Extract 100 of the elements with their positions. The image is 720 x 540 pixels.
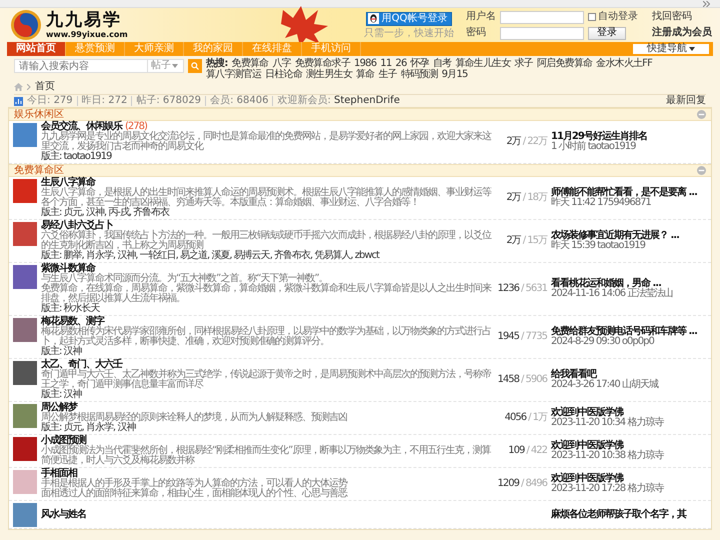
nav-tab[interactable]: 网站首页 (7, 42, 66, 56)
forum-title[interactable]: 易经八卦六爻占卜 (41, 221, 491, 231)
thread-count: 2万 (506, 192, 521, 203)
password-label: 密码 (466, 28, 487, 38)
hot-search-link[interactable]: 免费算命求子 (294, 59, 350, 69)
register-link[interactable]: 注册成为会员 (652, 28, 712, 38)
last-post-title[interactable]: 看看桃花运和婚姻，男命 ... (551, 279, 707, 289)
forum-title[interactable]: 小成图预测 (41, 436, 491, 446)
forum-thumbnail[interactable] (13, 437, 37, 461)
forum-thumbnail[interactable] (13, 503, 37, 527)
hot-search-link[interactable]: 求子 (514, 59, 533, 69)
qq-login-button[interactable]: 用QQ帐号登录 (366, 12, 452, 26)
today-count: (278) (125, 121, 147, 132)
hot-search-link[interactable]: 免费算命 (232, 59, 268, 69)
hot-search-link[interactable]: 算八字测官运 (206, 70, 262, 80)
hot-search-link[interactable]: 八字 (272, 59, 291, 69)
username-label: 用户名 (466, 12, 496, 22)
forum-description: 生辰八字算命，是根据人的出生时间来推算人命运的周易预测术。根据生辰八字能推算人的感情婚姻、事业财运等各个方面，甚至一生的吉凶祸福、穷通寿夭等。本版重点：算命婚姻、事业财运、八字合婚等！ (41, 188, 491, 208)
hot-search-link[interactable]: 测生男生女 (306, 70, 352, 80)
chevron-icon[interactable] (703, 0, 710, 6)
auto-login-checkbox[interactable]: 自动登录 (588, 12, 638, 22)
last-post-time: 2024-11-16 14:06 正法莹法山 (551, 289, 674, 299)
caret-icon (689, 47, 695, 51)
last-post-title[interactable]: 欢迎到中医版学佛 (551, 474, 707, 484)
post-count: / 422 (526, 445, 547, 456)
last-post-title[interactable]: 麻烦各位老师帮孩子取个名字，其 (551, 510, 707, 520)
hot-search-link[interactable]: 日柱论命 (265, 70, 302, 80)
hot-search-link[interactable]: 算命 (356, 70, 374, 80)
login-button[interactable]: 登录 (588, 26, 626, 40)
password-field[interactable] (500, 26, 584, 40)
hot-search-link[interactable]: 9月15 (442, 70, 468, 80)
post-count: / 18万 (522, 192, 547, 203)
thread-count: 4056 (504, 412, 526, 423)
forum-description: 六爻俗称算卦，我国传统占卜方法的一种。一般用三枚铜钱或硬币手摇六次而成卦，根据易经八卦的原理，以爻位的生克制化断吉凶，书上称之为周易预测 (41, 231, 491, 251)
last-post-title[interactable]: 给我看看吧 (551, 370, 707, 380)
last-post-title[interactable]: 11月29号好运生肖排名 (551, 132, 707, 142)
forum-title[interactable]: 会员交流、休闲娱乐 (278) (41, 122, 491, 132)
hot-search-link[interactable]: 生子 (378, 70, 397, 80)
forum-thumbnail[interactable] (13, 179, 37, 203)
forum-title[interactable]: 太乙、奇门、大六壬 (41, 360, 491, 370)
latest-replies-link[interactable]: 最新回复 (666, 96, 706, 106)
site-url: www.99yixue.com (46, 30, 128, 40)
home-icon[interactable] (14, 83, 23, 91)
hot-search-link[interactable]: 阿启免费算命 (536, 59, 592, 69)
last-post-title[interactable]: 欢迎到中医版学佛 (551, 441, 707, 451)
hot-search-label: 热搜: (206, 59, 228, 69)
forum-thumbnail[interactable] (13, 222, 37, 246)
hot-search-link[interactable]: 1986 (354, 59, 376, 69)
category-title[interactable]: 娱乐休闲区 (14, 110, 64, 120)
forum-moderators: 版主: taotao1919 (41, 152, 113, 162)
hot-search-link[interactable]: 11 (380, 59, 392, 69)
find-password-link[interactable]: 找回密码 (652, 12, 712, 22)
last-post-title[interactable]: 农场装修事宜近期有无进展？ ... (551, 231, 707, 241)
forum-title[interactable]: 梅花易数、测字 (41, 317, 491, 327)
forum-description: 面相透过人的面部特征来算命，相由心生，面相能体现人的个性、心思与善恶 (41, 489, 348, 499)
post-count: / 5906 (521, 374, 547, 385)
forum-title[interactable]: 周公解梦 (41, 403, 491, 413)
forum-description: 与生辰八字算命术同源而分流。为“五大神数”之首。称“天下第一神数”。 (41, 274, 328, 284)
forum-thumbnail[interactable] (13, 318, 37, 342)
forum-thumbnail[interactable] (13, 404, 37, 428)
hot-search-link[interactable]: 金水木火土FF (596, 59, 652, 69)
thread-count: 1236 (498, 283, 519, 294)
last-post-time: 昨天 15:39 taotao1919 (551, 241, 646, 251)
forum-moderators: 版主: 汉神 (41, 347, 83, 357)
last-post-title[interactable]: 免费给群友预测电话号码和车牌等 ... (551, 327, 707, 337)
forum-thumbnail[interactable] (13, 123, 37, 147)
last-post-title[interactable]: 师傅能不能帮忙看看，是不是要离 ... (551, 188, 707, 198)
forum-description: 奇门遁甲与大六壬、太乙神数并称为三式绝学，传说起源于黄帝之时，是周易预测术中高层次的预测方法，号称帝王之学，奇门遁甲测事信息量丰富而详尽 (41, 370, 491, 390)
last-post-time: 2023-11-20 17:28 格力琼寺 (551, 484, 665, 494)
forum-thumbnail[interactable] (13, 265, 37, 289)
last-post-time: 昨天 11:42 1759496871 (551, 198, 652, 208)
forum-title[interactable]: 紫微斗数算命 (41, 264, 491, 274)
thread-count: 2万 (506, 136, 521, 147)
last-post-time: 2023-11-20 10:34 格力琼寺 (551, 418, 665, 428)
chevron-right-icon (27, 84, 31, 90)
hot-search-link[interactable]: 怀孕 (410, 59, 429, 69)
hot-search-link[interactable]: 自考 (432, 59, 452, 69)
forum-moderators: 版主: 贞元, 肖永学, 汉神 (41, 423, 137, 433)
hot-search-link[interactable]: 算命生儿生女 (455, 59, 511, 69)
forum-moderators: 版主: 汉神 (41, 390, 83, 400)
forum-thumbnail[interactable] (13, 470, 37, 494)
site-stat: 帖子: 678029 (131, 96, 206, 106)
search-button[interactable] (188, 59, 202, 73)
penguin-icon (368, 13, 379, 24)
hot-search-link[interactable]: 26 (395, 59, 407, 69)
last-post-title[interactable]: 欢迎到中医版学佛 (551, 408, 707, 418)
forum-title[interactable]: 生辰八字算命 (41, 178, 491, 188)
breadcrumb-link[interactable]: 首页 (35, 82, 55, 92)
caret-icon (172, 64, 178, 68)
quick-nav-button[interactable]: 快捷导航 (633, 44, 709, 54)
collapse-icon[interactable] (697, 166, 706, 175)
forum-title[interactable]: 手相面相 (41, 469, 491, 479)
collapse-icon[interactable] (697, 110, 706, 119)
category-title[interactable]: 免费算命区 (14, 166, 64, 176)
forum-thumbnail[interactable] (13, 361, 37, 385)
forum-description: 小成图预测法为当代霍斐然所创，根据易经“刚柔相推而生变化”原理，断事以万物类象为主，不用五行生克，测算简便迅捷，时人与六爻及梅花易数并称 (41, 446, 491, 466)
username-field[interactable] (500, 10, 584, 24)
search-icon (191, 62, 199, 70)
forum-title[interactable]: 风水与姓名 (41, 510, 491, 520)
hot-search-link[interactable]: 特码预测 (400, 70, 438, 80)
